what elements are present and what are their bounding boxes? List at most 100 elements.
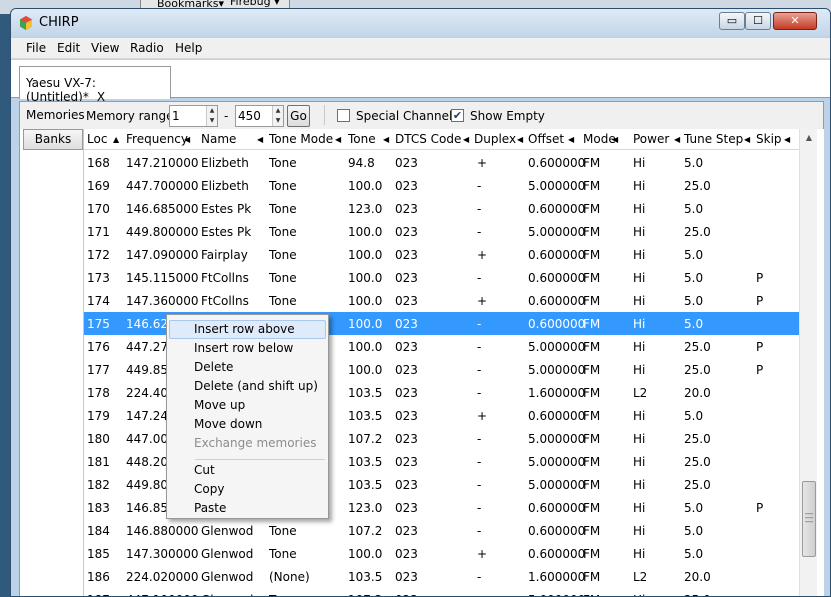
table-row[interactable]: 187 447.100000Glenwod Tone 107.2 023 - 5.00000… (84, 588, 799, 596)
sort-arrow-icon[interactable]: ◀ (383, 135, 389, 144)
cell-frequency[interactable]: 147.300000 (126, 547, 199, 561)
context-menu-cut[interactable]: Cut (169, 461, 326, 480)
cell-tune-step[interactable]: 5.0 (684, 156, 703, 170)
cell-power[interactable]: Hi (633, 317, 645, 331)
cell-power[interactable]: Hi (633, 294, 645, 308)
cell-duplex[interactable]: - (477, 271, 481, 285)
table-row[interactable]: 186 224.020000 Glenwod (None) 103.5 023 - 1.600… (84, 565, 799, 588)
close-window-button[interactable]: ✕ (773, 12, 817, 30)
cell-offset[interactable]: 0.600000 (528, 202, 585, 216)
sort-arrow-icon[interactable]: ◀ (568, 135, 574, 144)
cell-offset[interactable]: 0.600000 (528, 294, 585, 308)
cell-tone[interactable]: 100.0 (348, 225, 382, 239)
cell-loc[interactable]: 184 (87, 524, 110, 538)
cell-duplex[interactable]: - (477, 179, 481, 193)
cell-dtcs-code[interactable]: 023 (395, 593, 418, 596)
cell-skip[interactable]: P (756, 271, 763, 285)
cell-loc[interactable]: 170 (87, 202, 110, 216)
cell-loc[interactable]: 186 (87, 570, 110, 584)
cell-tune-step[interactable]: 5.0 (684, 271, 703, 285)
sort-arrow-icon[interactable]: ◀ (674, 135, 680, 144)
cell-loc[interactable]: 169 (87, 179, 110, 193)
cell-offset[interactable]: 1.600000 (528, 570, 585, 584)
cell-loc[interactable]: 187 (87, 593, 110, 596)
cell-name[interactable]: Elizbeth (201, 179, 249, 193)
cell-offset[interactable]: 5.000000 (528, 455, 585, 469)
column-header-mode[interactable]: Mode (583, 132, 616, 146)
column-header-duplex[interactable]: Duplex (474, 132, 516, 146)
cell-mode[interactable]: FM (583, 570, 600, 584)
cell-tone[interactable]: 103.5 (348, 386, 382, 400)
sort-arrow-icon[interactable]: ◀ (257, 135, 263, 144)
cell-power[interactable]: L2 (633, 386, 647, 400)
cell-mode[interactable]: FM (583, 478, 600, 492)
cell-duplex[interactable]: - (477, 202, 481, 216)
column-header-dtcs-code[interactable]: DTCS Code (395, 132, 461, 146)
cell-loc[interactable]: 178 (87, 386, 110, 400)
table-row[interactable]: 171 449.800000 Estes Pk Tone 100.0 023 - 5.0000… (84, 220, 799, 243)
special-channels-checkbox[interactable] (337, 109, 350, 122)
cell-tone[interactable]: 103.5 (348, 409, 382, 423)
cell-mode[interactable]: FM (583, 317, 600, 331)
column-header-tone-mode[interactable]: Tone Mode (269, 132, 333, 146)
cell-offset[interactable]: 5.000000 (528, 179, 585, 193)
column-header-name[interactable]: Name (201, 132, 236, 146)
cell-name[interactable]: Glenwod (201, 570, 253, 584)
cell-power[interactable]: Hi (633, 340, 645, 354)
cell-duplex[interactable]: + (477, 294, 487, 308)
cell-loc[interactable]: 174 (87, 294, 110, 308)
table-row[interactable]: 168 147.210000 Elizbeth Tone 94.8 023 +0.60000… (84, 151, 799, 174)
cell-power[interactable]: Hi (633, 179, 645, 193)
cell-dtcs-code[interactable]: 023 (395, 340, 418, 354)
cell-tune-step[interactable]: 25.0 (684, 179, 711, 193)
cell-offset[interactable]: 5.000000 (528, 340, 585, 354)
cell-offset[interactable]: 5.000000 (528, 593, 585, 596)
spin-arrows-icon[interactable]: ▲ ▼ (272, 106, 283, 126)
cell-frequency[interactable]: 146.685000 (126, 202, 199, 216)
cell-dtcs-code[interactable]: 023 (395, 547, 418, 561)
minimize-button[interactable]: ▭ (719, 12, 745, 30)
cell-power[interactable]: Hi (633, 455, 645, 469)
cell-skip[interactable]: P (756, 294, 763, 308)
cell-dtcs-code[interactable]: 023 (395, 432, 418, 446)
table-row[interactable]: 172 147.090000 Fairplay Tone 100.0 023 +0.6000… (84, 243, 799, 266)
cell-loc[interactable]: 177 (87, 363, 110, 377)
cell-dtcs-code[interactable]: 023 (395, 524, 418, 538)
cell-mode[interactable]: FM (583, 547, 600, 561)
table-row[interactable]: 170 146.685000 Estes Pk Tone 123.0 023 - 0.6000… (84, 197, 799, 220)
cell-tone[interactable]: 94.8 (348, 156, 375, 170)
cell-offset[interactable]: 0.600000 (528, 547, 585, 561)
context-menu-delete[interactable]: Delete (169, 358, 326, 377)
cell-tune-step[interactable]: 25.0 (684, 478, 711, 492)
cell-mode[interactable]: FM (583, 179, 600, 193)
cell-power[interactable]: Hi (633, 501, 645, 515)
cell-tone[interactable]: 103.5 (348, 570, 382, 584)
cell-frequency[interactable]: 145.115000 (126, 271, 199, 285)
cell-dtcs-code[interactable]: 023 (395, 317, 418, 331)
cell-name[interactable]: Fairplay (201, 248, 248, 262)
cell-loc[interactable]: 185 (87, 547, 110, 561)
cell-tone[interactable]: 100.0 (348, 294, 382, 308)
cell-frequency[interactable]: 147.090000 (126, 248, 199, 262)
sort-ascending-icon[interactable]: ▲ (113, 135, 119, 144)
sort-arrow-icon[interactable]: ◀ (184, 135, 190, 144)
cell-mode[interactable]: FM (583, 409, 600, 423)
table-row[interactable]: 185 147.300000 Glenwod Tone 100.0 023 +0.60000… (84, 542, 799, 565)
cell-name[interactable]: Glenwod (201, 524, 253, 538)
cell-power[interactable]: L2 (633, 570, 647, 584)
cell-duplex[interactable]: - (477, 386, 481, 400)
cell-skip[interactable]: P (756, 340, 763, 354)
cell-loc[interactable]: 183 (87, 501, 110, 515)
cell-offset[interactable]: 0.600000 (528, 271, 585, 285)
cell-offset[interactable]: 5.000000 (528, 363, 585, 377)
column-header-power[interactable]: Power (633, 132, 669, 146)
cell-dtcs-code[interactable]: 023 (395, 409, 418, 423)
sort-arrow-icon[interactable]: ◀ (612, 135, 618, 144)
cell-duplex[interactable]: - (477, 524, 481, 538)
cell-tone-mode[interactable]: Tone (269, 225, 297, 239)
scroll-thumb[interactable]: — — — (802, 481, 816, 557)
cell-mode[interactable]: FM (583, 501, 600, 515)
cell-power[interactable]: Hi (633, 593, 645, 596)
cell-power[interactable]: Hi (633, 202, 645, 216)
cell-mode[interactable]: FM (583, 524, 600, 538)
